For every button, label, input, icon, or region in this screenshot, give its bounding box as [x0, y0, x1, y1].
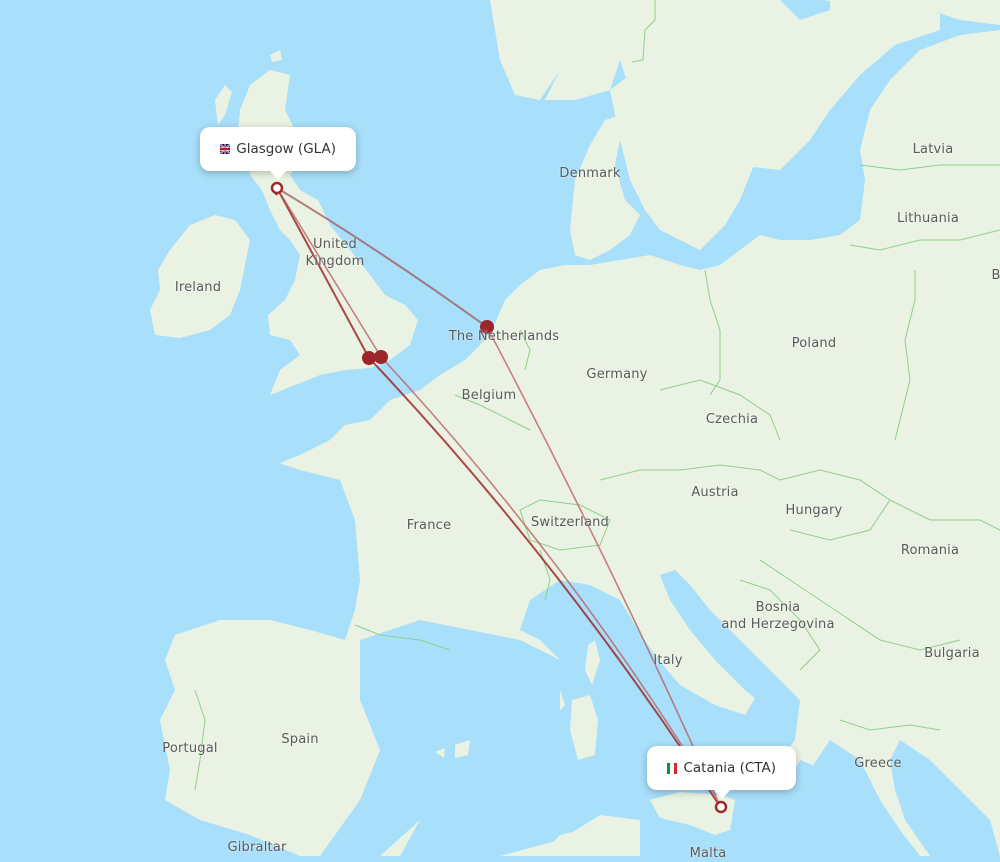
label-france: France [406, 518, 452, 533]
label-greece: Greece [854, 756, 902, 771]
italy-flag-icon [667, 762, 678, 774]
label-ireland: Ireland [174, 280, 222, 295]
label-gibraltar: Gibraltar [227, 840, 287, 855]
stopover-marker-london-a[interactable] [362, 351, 376, 365]
destination-marker[interactable] [714, 800, 728, 814]
label-the-netherlands: The Netherlands [448, 329, 560, 344]
label-poland: Poland [791, 336, 837, 351]
label-denmark: Denmark [559, 166, 621, 181]
label-portugal: Portugal [162, 741, 218, 756]
label-malta: Malta [689, 846, 727, 861]
label-bulgaria: Bulgaria [924, 646, 980, 661]
label-germany: Germany [586, 367, 648, 382]
label-spain: Spain [281, 732, 319, 747]
label-hungary: Hungary [785, 503, 843, 518]
label-italy: Italy [653, 653, 683, 668]
label-belgium: Belgium [461, 388, 517, 403]
origin-airport-name: Glasgow (GLA) [236, 141, 336, 157]
label-switzerland: Switzerland [530, 515, 610, 530]
origin-popup[interactable]: Glasgow (GLA) [200, 127, 356, 180]
label-austria: Austria [691, 485, 739, 500]
label-lithuania: Lithuania [896, 211, 960, 226]
destination-airport-name: Catania (CTA) [683, 760, 776, 776]
uk-flag-icon [220, 144, 231, 154]
label-romania: Romania [900, 543, 960, 558]
label-and-herzegovina: and Herzegovina [721, 617, 835, 632]
label-latvia: Latvia [912, 142, 954, 157]
label-kingdom: Kingdom [305, 254, 365, 269]
label-czechia: Czechia [705, 412, 759, 427]
map-canvas[interactable] [0, 0, 1000, 856]
label-united: United [313, 237, 357, 252]
destination-popup[interactable]: Catania (CTA) [647, 746, 796, 799]
stopover-marker-london-b[interactable] [374, 350, 388, 364]
label-bosnia: Bosnia [755, 600, 801, 615]
label-belarus-partial: B [991, 268, 1000, 283]
